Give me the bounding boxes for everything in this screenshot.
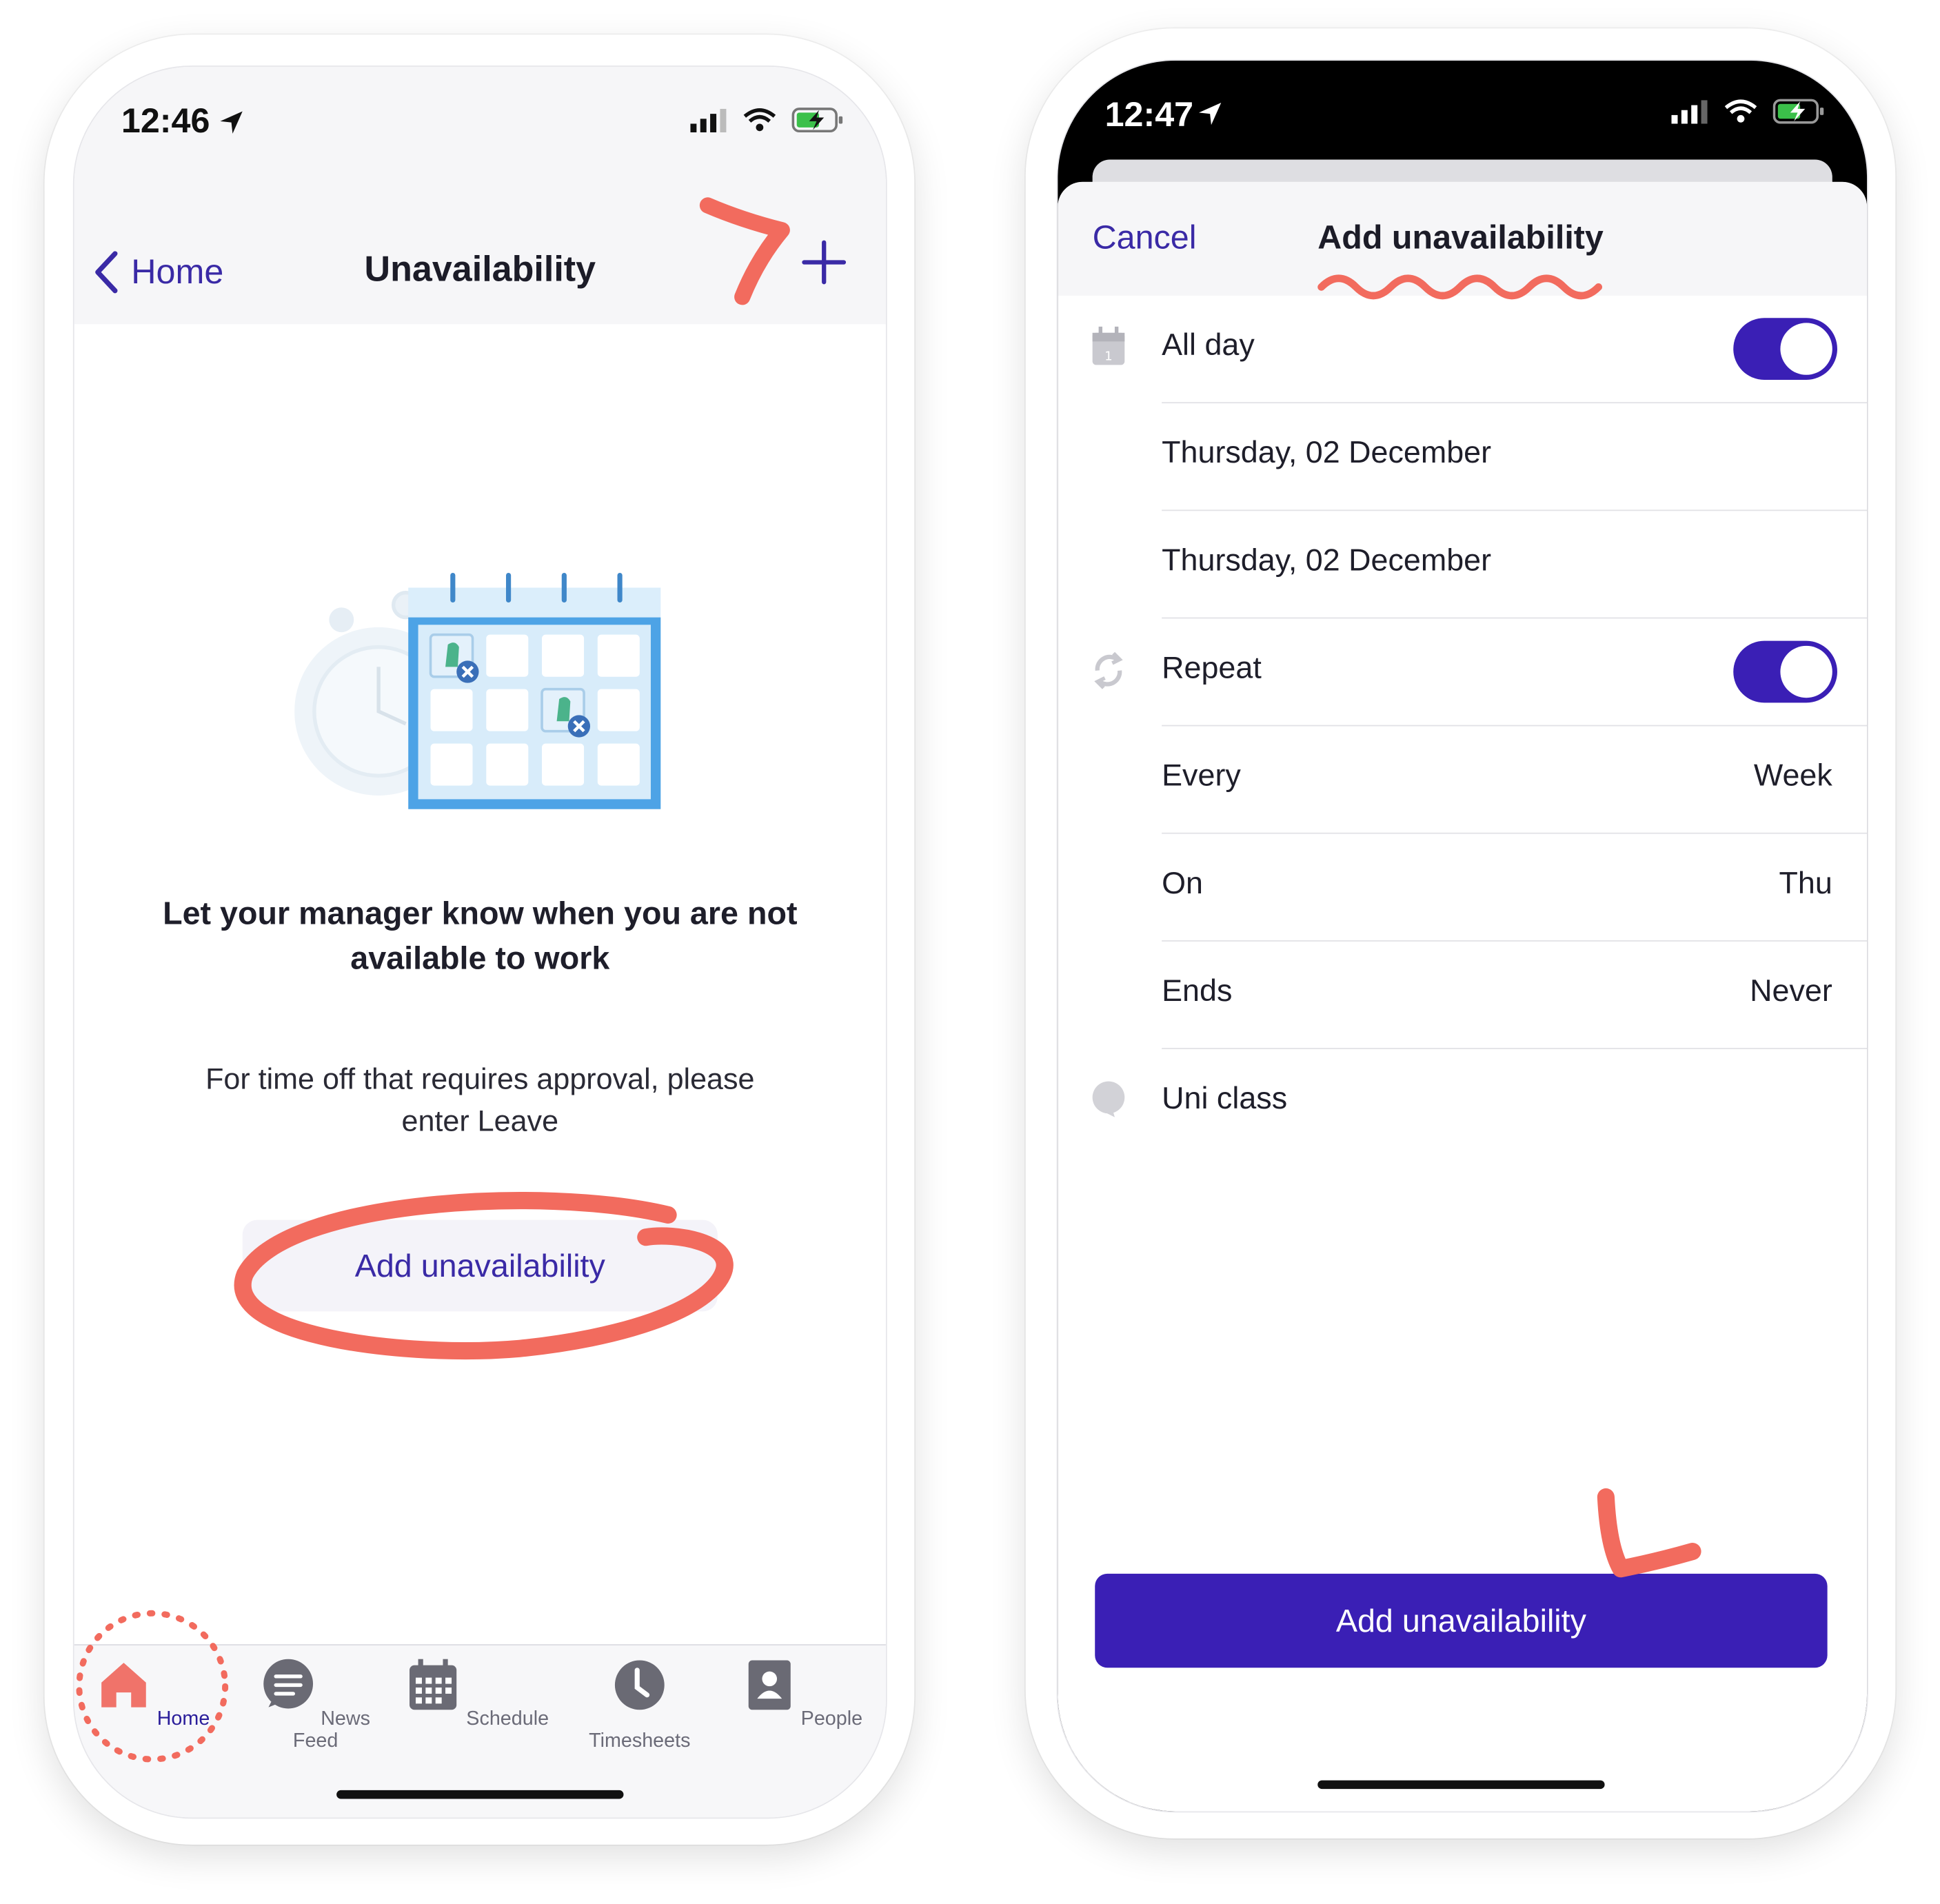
repeat-icon (1094, 651, 1123, 689)
add-icon[interactable] (799, 238, 849, 287)
signal-icon (1671, 100, 1708, 124)
nav-bar: Home Unavailability (74, 190, 886, 325)
start-date-label: Thursday, 02 December (1162, 435, 1492, 470)
people-icon (748, 1660, 791, 1710)
home-indicator (1317, 1780, 1605, 1790)
tab-label-people: People (800, 1708, 863, 1730)
tab-bar: Home News Feed Schedule Timesheets Peopl… (74, 1644, 886, 1818)
schedule-icon (410, 1659, 457, 1710)
repeat-label: Repeat (1162, 651, 1262, 686)
every-value: Week (1753, 758, 1832, 793)
comment-icon (1092, 1081, 1125, 1117)
nav-bar: Cancel Add unavailability (1058, 181, 1868, 296)
battery-charging-icon (791, 108, 843, 133)
ends-value: Never (1750, 973, 1832, 1009)
all-day-label: All day (1162, 327, 1255, 363)
ends-label: Ends (1162, 973, 1233, 1009)
end-date-label: Thursday, 02 December (1162, 543, 1492, 578)
modal-sheet: Cancel Add unavailability 1 All day Thur… (1058, 181, 1868, 1812)
tab-timesheets[interactable]: Timesheets (565, 1658, 714, 1753)
location-arrow-icon (220, 111, 243, 134)
add-unavailability-screen: 12:47 Cancel Add unavailability 1 All da… (1056, 59, 1868, 1813)
news-feed-icon (263, 1659, 313, 1709)
end-date-row[interactable]: Thursday, 02 December (1058, 511, 1868, 619)
empty-state-subtext: For time off that requires approval, ple… (205, 1062, 755, 1139)
status-time: 12:46 (121, 101, 210, 140)
on-row[interactable]: On Thu (1058, 834, 1868, 942)
cancel-button[interactable]: Cancel (1093, 219, 1197, 258)
tab-label-news-feed: News Feed (292, 1708, 371, 1752)
location-arrow-icon (1198, 102, 1222, 125)
wifi-icon (1724, 99, 1757, 123)
wifi-icon (743, 108, 776, 132)
all-day-row[interactable]: 1 All day (1058, 296, 1868, 404)
status-bar: 12:46 (74, 66, 886, 191)
every-label: Every (1162, 758, 1241, 793)
calendar-illustration (294, 572, 661, 809)
tab-schedule[interactable]: Schedule (403, 1658, 552, 1731)
unavailability-screen: 12:46 Home Unavailability Let your manag… (72, 65, 887, 1819)
on-label: On (1162, 866, 1203, 901)
note-text: Uni class (1162, 1081, 1288, 1116)
start-date-row[interactable]: Thursday, 02 December (1058, 403, 1868, 512)
tab-home[interactable]: Home (79, 1658, 228, 1731)
sheet-title: Add unavailability (1317, 219, 1604, 256)
repeat-toggle[interactable] (1733, 640, 1837, 703)
tab-label-timesheets: Timesheets (589, 1730, 691, 1752)
status-time: 12:47 (1104, 95, 1194, 134)
add-unavailability-button[interactable]: Add unavailability (242, 1219, 718, 1312)
every-row[interactable]: Every Week (1058, 726, 1868, 834)
timesheets-icon (614, 1660, 665, 1710)
all-day-toggle[interactable] (1733, 318, 1837, 380)
empty-state-headline: Let your manager know when you are not a… (163, 894, 798, 977)
note-row[interactable]: Uni class (1058, 1049, 1867, 1157)
on-value: Thu (1779, 866, 1832, 901)
submit-unavailability-button[interactable]: Add unavailability (1095, 1573, 1828, 1668)
home-indicator (336, 1790, 624, 1799)
svg-text:1: 1 (1104, 349, 1112, 363)
calendar-icon: 1 (1092, 326, 1125, 365)
tab-label-schedule: Schedule (466, 1708, 549, 1730)
home-icon (101, 1663, 147, 1708)
tab-label-home: Home (156, 1708, 210, 1730)
ends-row[interactable]: Ends Never (1058, 942, 1868, 1049)
battery-charging-icon (1772, 99, 1824, 124)
signal-icon (690, 108, 727, 133)
tab-people[interactable]: People (727, 1658, 876, 1731)
repeat-row[interactable]: Repeat (1058, 618, 1868, 727)
page-title: Unavailability (364, 250, 596, 290)
tab-news-feed[interactable]: News Feed (241, 1658, 390, 1753)
